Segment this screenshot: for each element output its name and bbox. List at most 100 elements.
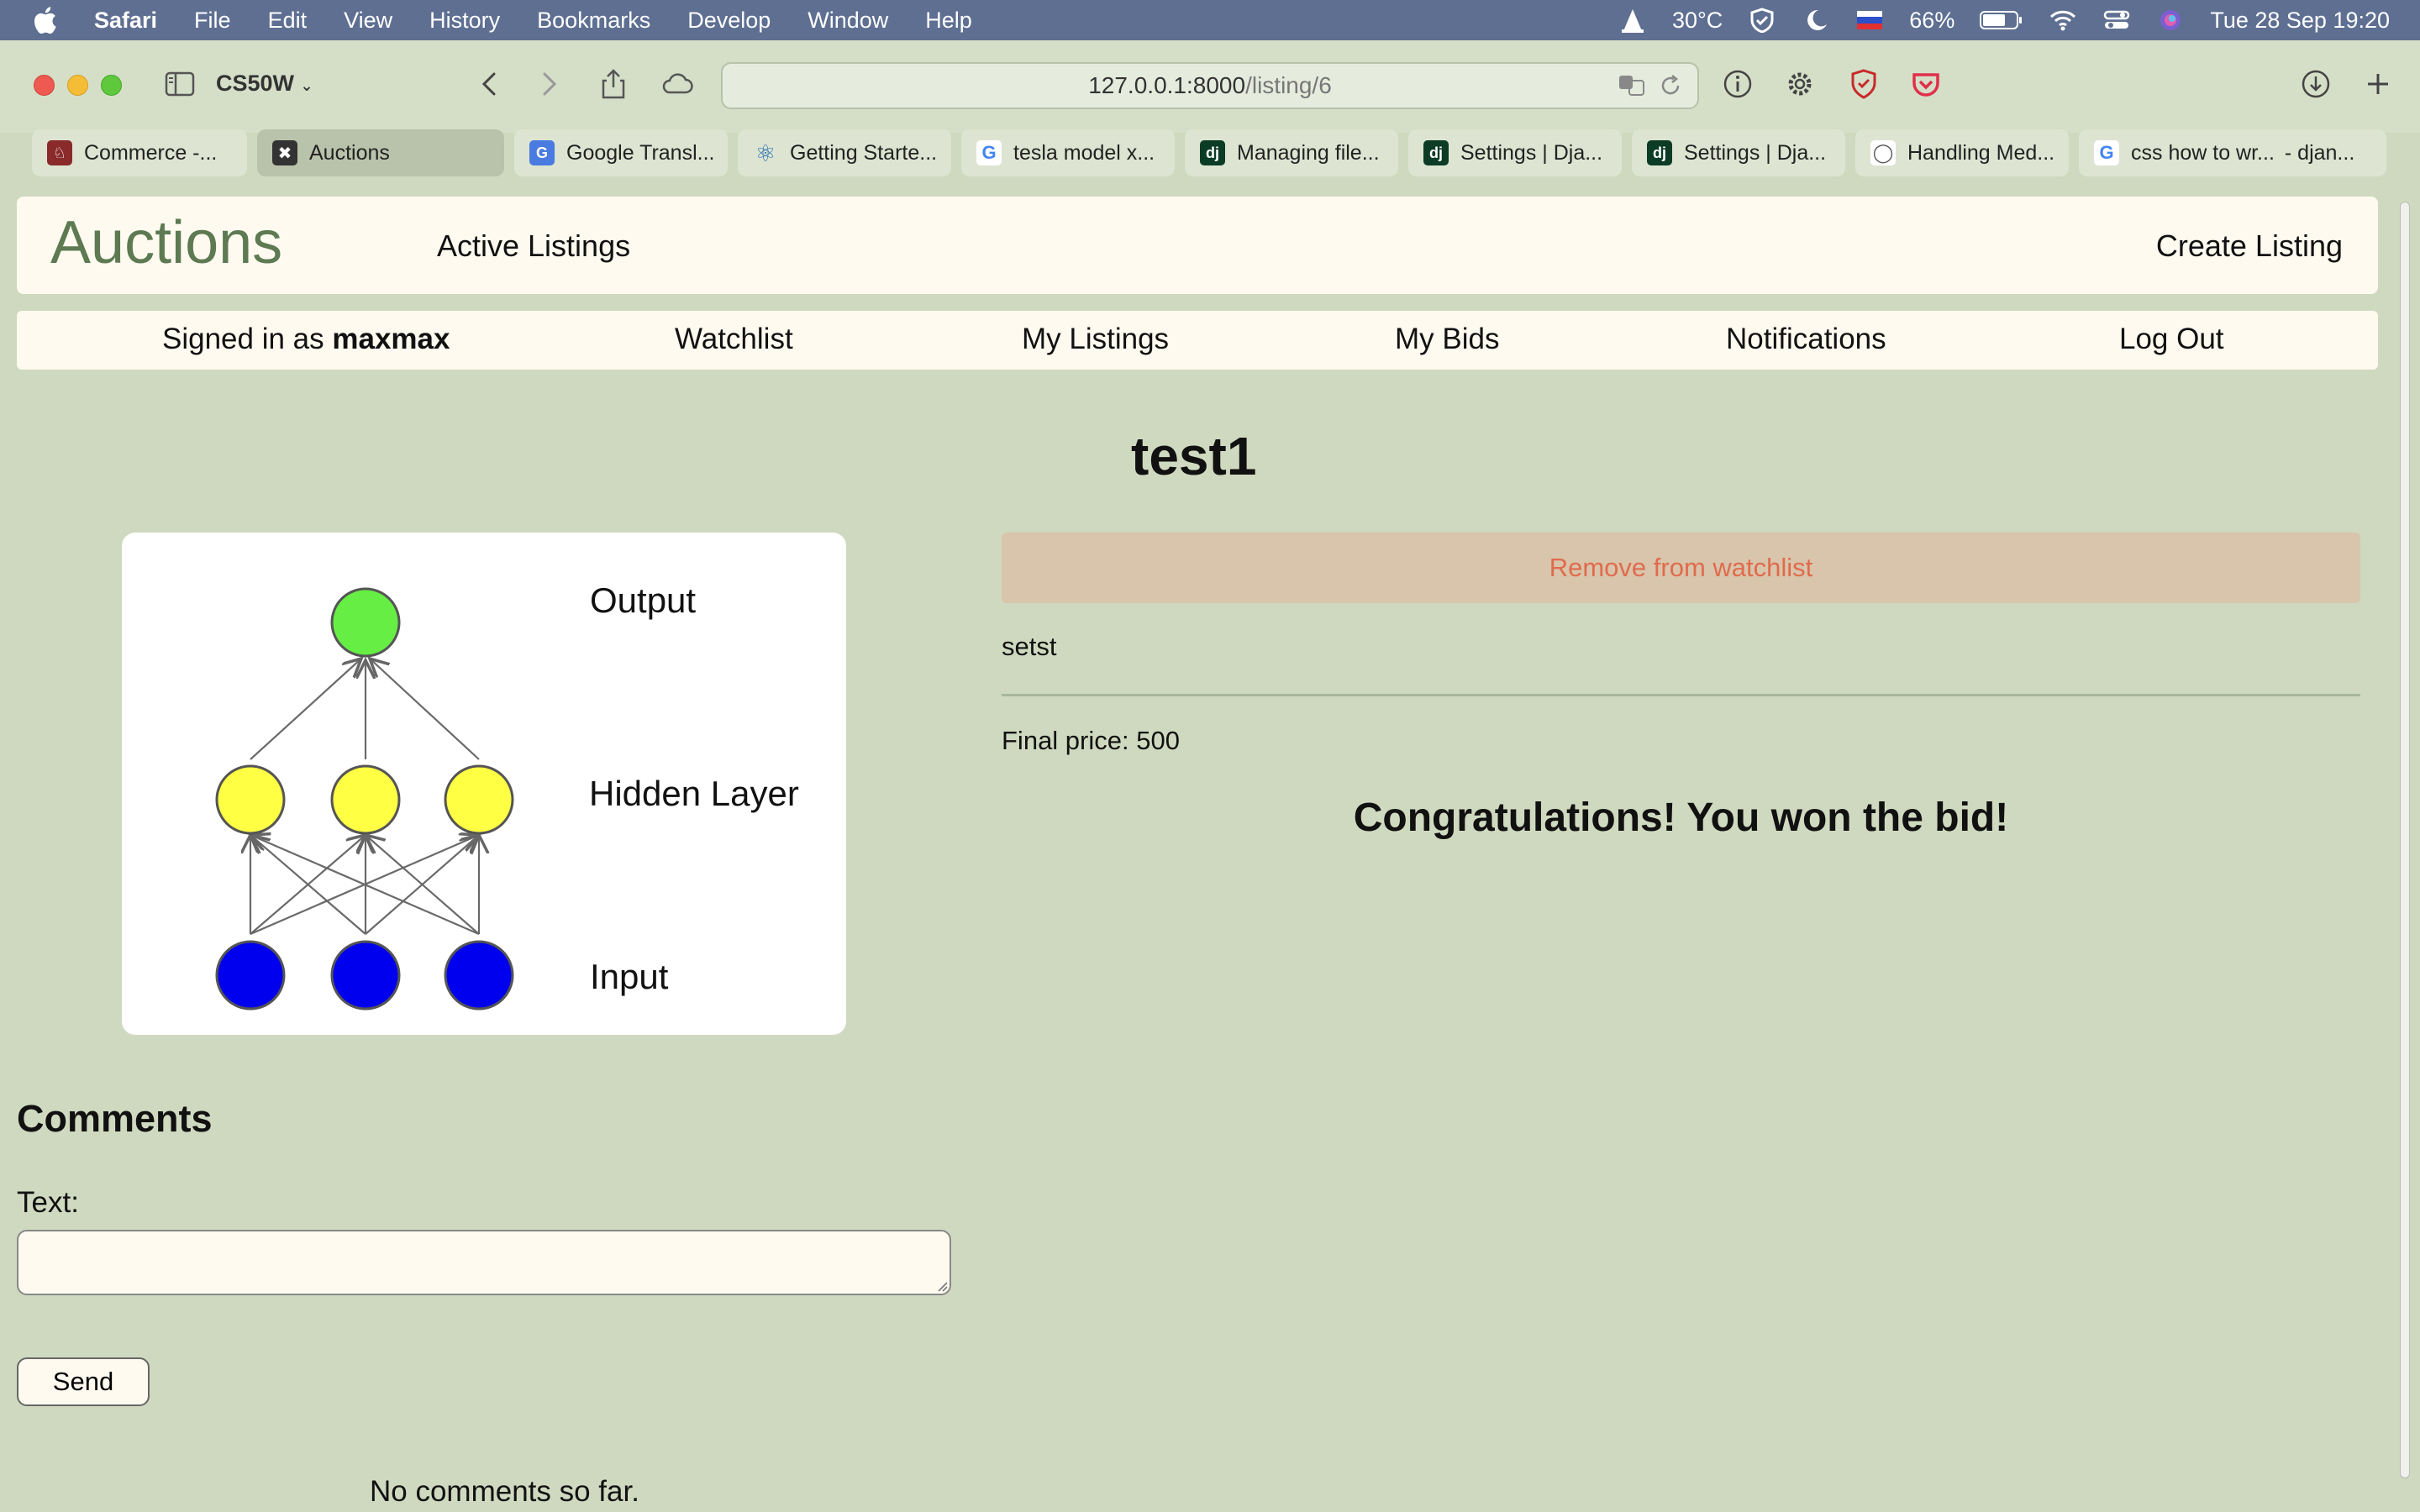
my-listings-link[interactable]: My Listings <box>1022 323 1169 356</box>
comments-heading: Comments <box>17 1097 213 1140</box>
output-layer-label: Output <box>590 580 696 620</box>
address-bar[interactable]: 127.0.0.1:8000/listing/6 <box>721 62 1699 109</box>
listing-title: test1 <box>1131 426 1257 486</box>
url-path: /listing/6 <box>1245 72 1332 98</box>
window-close-button[interactable] <box>34 75 55 96</box>
back-button[interactable] <box>472 66 509 102</box>
textarea-resize-grip-icon[interactable] <box>934 1278 948 1292</box>
input-node <box>444 940 514 1011</box>
vlc-icon[interactable] <box>1618 8 1647 33</box>
listing-description: setst <box>1002 632 1057 661</box>
gear-icon[interactable] <box>1781 66 1818 102</box>
comment-textarea[interactable] <box>17 1230 951 1295</box>
input-node <box>215 940 286 1011</box>
send-comment-button[interactable]: Send <box>17 1357 150 1406</box>
x-icon: ✖ <box>272 140 297 165</box>
menu-file[interactable]: File <box>194 8 231 34</box>
translate-icon[interactable] <box>1617 71 1647 101</box>
tab-label-overflow: - djan... <box>2284 140 2355 165</box>
create-listing-link[interactable]: Create Listing <box>2156 228 2343 264</box>
chevron-down-icon: ⌄ <box>300 77 313 94</box>
hidden-node <box>444 764 514 835</box>
browser-tab[interactable]: dj Settings | Dja... <box>1632 129 1845 176</box>
menu-window[interactable]: Window <box>808 8 888 34</box>
window-minimize-button[interactable] <box>67 75 88 96</box>
clock-datetime[interactable]: Tue 28 Sep 19:20 <box>2210 8 2390 34</box>
notifications-link[interactable]: Notifications <box>1726 323 1886 356</box>
final-price: Final price: 500 <box>1002 726 1180 755</box>
scrollbar-thumb[interactable] <box>2400 202 2410 1478</box>
tab-label: tesla model x... <box>1013 140 1155 165</box>
google-icon: G <box>976 140 1002 165</box>
output-node <box>330 587 401 658</box>
info-icon[interactable] <box>1719 66 1756 102</box>
menu-view[interactable]: View <box>344 8 392 34</box>
menu-app-name[interactable]: Safari <box>94 8 157 34</box>
browser-tab[interactable]: ♘ Commerce -... <box>32 129 247 176</box>
scrollbar[interactable] <box>2396 188 2413 1499</box>
react-icon: ⚛ <box>755 139 776 166</box>
google-translate-icon: G <box>529 140 555 165</box>
tab-label: Handling Med... <box>1907 140 2055 165</box>
browser-tab-active[interactable]: ✖ Auctions <box>257 129 504 176</box>
wifi-icon[interactable] <box>2049 8 2077 33</box>
battery-percentage[interactable]: 66% <box>1909 8 1954 34</box>
window-zoom-button[interactable] <box>101 75 122 96</box>
forward-button[interactable] <box>529 66 566 102</box>
tab-group-selector[interactable]: CS50W ⌄ <box>216 71 313 97</box>
browser-tab[interactable]: G css how to wr... - djan... <box>2079 129 2386 176</box>
do-not-disturb-moon-icon[interactable] <box>1802 8 1830 33</box>
pocket-icon[interactable] <box>1907 66 1944 102</box>
log-out-link[interactable]: Log Out <box>2119 323 2224 356</box>
tab-label: Auctions <box>309 140 390 165</box>
site-header: Auctions Active Listings Create Listing <box>17 197 2378 294</box>
control-center-icon[interactable] <box>2102 8 2131 33</box>
shield-icon[interactable] <box>1748 8 1776 33</box>
menu-edit[interactable]: Edit <box>268 8 308 34</box>
menu-history[interactable]: History <box>429 8 500 34</box>
siri-icon[interactable] <box>2156 8 2185 33</box>
hidden-node <box>215 764 286 835</box>
url-host: 127.0.0.1:8000 <box>1088 72 1246 98</box>
apple-menu-icon[interactable] <box>32 6 57 34</box>
browser-tab[interactable]: ◯ Handling Med... <box>1855 129 2069 176</box>
sidebar-toggle-icon[interactable] <box>161 66 198 102</box>
battery-icon[interactable] <box>1980 9 2023 31</box>
input-node <box>330 940 401 1011</box>
username: maxmax <box>332 323 450 355</box>
site-brand[interactable]: Auctions <box>50 208 282 277</box>
browser-tab[interactable]: dj Managing file... <box>1185 129 1398 176</box>
new-tab-button[interactable] <box>2360 66 2396 102</box>
django-icon: dj <box>1647 140 1672 165</box>
tab-label: Commerce -... <box>84 140 218 165</box>
neural-network-image: Output Hidden Layer Input <box>215 580 799 1011</box>
tab-label: Google Transl... <box>566 140 715 165</box>
my-bids-link[interactable]: My Bids <box>1395 323 1499 356</box>
listing-image: Output Hidden Layer Input <box>122 533 846 1035</box>
temperature-readout[interactable]: 30°C <box>1672 8 1723 34</box>
browser-tab[interactable]: G tesla model x... <box>961 129 1175 176</box>
lightbulb-icon: ◯ <box>1870 140 1896 165</box>
django-icon: dj <box>1423 140 1449 165</box>
active-listings-link[interactable]: Active Listings <box>437 228 630 264</box>
downloads-icon[interactable] <box>2297 66 2334 102</box>
menu-help[interactable]: Help <box>925 8 972 34</box>
share-icon[interactable] <box>595 66 632 102</box>
user-nav-bar: Signed in as maxmax Watchlist My Listing… <box>17 311 2378 370</box>
google-icon: G <box>2094 140 2119 165</box>
menu-develop[interactable]: Develop <box>687 8 771 34</box>
input-source-flag-icon[interactable] <box>1855 8 1884 33</box>
tab-label: Managing file... <box>1237 140 1380 165</box>
bid-won-message: Congratulations! You won the bid! <box>1353 795 2009 840</box>
menu-bookmarks[interactable]: Bookmarks <box>537 8 650 34</box>
adblock-shield-icon[interactable] <box>1845 66 1882 102</box>
browser-tab[interactable]: dj Settings | Dja... <box>1408 129 1622 176</box>
browser-tab[interactable]: ⚛ Getting Starte... <box>738 129 951 176</box>
watchlist-link[interactable]: Watchlist <box>675 323 793 356</box>
reload-icon[interactable] <box>1655 71 1686 101</box>
browser-tab[interactable]: G Google Transl... <box>514 129 728 176</box>
hidden-layer-label: Hidden Layer <box>589 774 799 813</box>
remove-from-watchlist-button[interactable]: Remove from watchlist <box>1002 533 2360 603</box>
tab-label: css how to wr... <box>2131 140 2275 165</box>
icloud-tabs-icon[interactable] <box>659 66 696 102</box>
